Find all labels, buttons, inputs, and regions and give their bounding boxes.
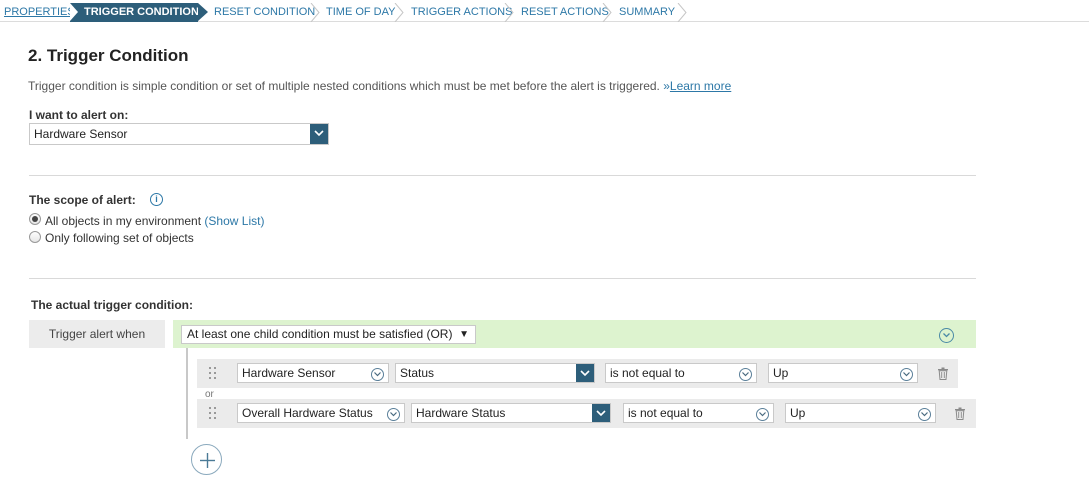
show-list-link[interactable]: (Show List) (204, 214, 264, 228)
plus-icon (200, 453, 215, 468)
scope-all-radio[interactable] (29, 213, 41, 225)
step-reset-condition[interactable]: RESET CONDITION (214, 3, 315, 22)
chevron-down-icon[interactable] (900, 368, 913, 381)
condition-object-value: Hardware Sensor (242, 366, 336, 380)
scope-all-option: All objects in my environment (Show List… (45, 214, 264, 228)
condition-value-select[interactable]: Up (768, 363, 918, 383)
divider (29, 175, 976, 176)
chevron-down-icon[interactable] (739, 368, 752, 381)
group-condition-value: At least one child condition must be sat… (187, 327, 453, 341)
condition-field-value: Status (400, 366, 435, 380)
trash-icon[interactable] (954, 407, 966, 420)
condition-field-select[interactable]: Status (395, 363, 595, 383)
condition-value-value: Up (773, 366, 789, 380)
condition-object-select[interactable]: Overall Hardware Status (237, 403, 405, 423)
condition-operator-value: is not equal to (610, 366, 685, 380)
scope-all-label: All objects in my environment (45, 214, 202, 228)
chevron-down-icon[interactable] (371, 368, 384, 381)
scope-following-radio[interactable] (29, 231, 41, 243)
step-time-of-day[interactable]: TIME OF DAY (326, 3, 395, 22)
chevron-right-icon (677, 3, 687, 22)
condition-operator-value: is not equal to (628, 406, 703, 420)
condition-row: Overall Hardware Status Hardware Status … (197, 399, 976, 428)
trigger-condition-label: The actual trigger condition: (31, 298, 194, 312)
scope-following-label: Only following set of objects (45, 231, 194, 245)
step-reset-actions[interactable]: RESET ACTIONS (521, 3, 609, 22)
wizard-steps: PROPERTIES TRIGGER CONDITION RESET CONDI… (0, 3, 1089, 22)
trigger-when-label: Trigger alert when (29, 320, 165, 348)
chevron-down-icon[interactable] (310, 124, 328, 144)
group-condition-select[interactable]: At least one child condition must be sat… (181, 325, 476, 344)
add-condition-button[interactable] (191, 444, 222, 475)
step-trigger-condition[interactable]: TRIGGER CONDITION (70, 3, 208, 22)
collapse-icon[interactable] (939, 328, 954, 343)
step-properties[interactable]: PROPERTIES (4, 3, 75, 22)
chevron-down-icon[interactable] (387, 408, 400, 421)
alert-on-value: Hardware Sensor (34, 127, 128, 141)
scope-label: The scope of alert: (29, 193, 136, 207)
divider (29, 278, 976, 279)
page-title: 2. Trigger Condition (28, 46, 189, 65)
chevron-right-icon (602, 3, 612, 22)
chevron-right-icon (394, 3, 404, 22)
chevron-down-icon[interactable] (592, 404, 610, 422)
condition-operator-select[interactable]: is not equal to (605, 363, 757, 383)
caret-down-icon: ▼ (459, 329, 469, 340)
condition-tree-line (186, 348, 188, 439)
condition-field-value: Hardware Status (416, 406, 506, 420)
alert-on-select[interactable]: Hardware Sensor (29, 123, 329, 145)
chevron-down-icon[interactable] (756, 408, 769, 421)
condition-object-select[interactable]: Hardware Sensor (237, 363, 389, 383)
drag-handle-icon[interactable] (209, 367, 217, 379)
description-text: Trigger condition is simple condition or… (28, 79, 660, 93)
condition-operator-select[interactable]: is not equal to (623, 403, 774, 423)
learn-more-prefix: » (663, 79, 670, 93)
trash-icon[interactable] (937, 367, 949, 380)
learn-more-link[interactable]: Learn more (670, 79, 731, 93)
condition-value-value: Up (790, 406, 806, 420)
drag-handle-icon[interactable] (209, 407, 217, 419)
page-description: Trigger condition is simple condition or… (28, 79, 731, 93)
chevron-right-icon (504, 3, 514, 22)
chevron-right-icon (310, 3, 320, 22)
condition-object-value: Overall Hardware Status (242, 406, 373, 420)
chevron-down-icon[interactable] (918, 408, 931, 421)
step-summary[interactable]: SUMMARY (619, 3, 675, 22)
step-trigger-actions[interactable]: TRIGGER ACTIONS (411, 3, 512, 22)
condition-value-select[interactable]: Up (785, 403, 936, 423)
condition-row: Hardware Sensor Status is not equal to U… (197, 359, 958, 388)
info-icon[interactable]: i (150, 193, 163, 206)
alert-on-label: I want to alert on: (29, 108, 129, 122)
condition-field-select[interactable]: Hardware Status (411, 403, 611, 423)
chevron-down-icon[interactable] (576, 364, 594, 382)
